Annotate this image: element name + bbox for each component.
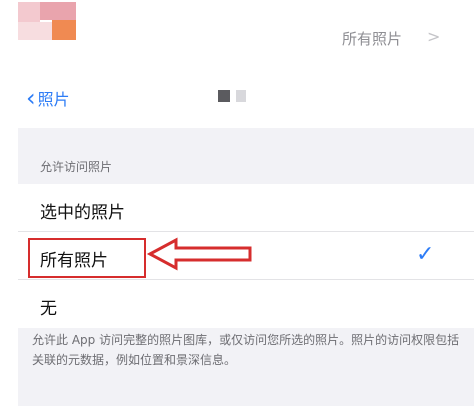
annotation-arrow-icon (146, 237, 252, 271)
annotation-highlight-box (28, 238, 146, 278)
screen: 所有照片 > ‹ 照片 允许访问照片 选中的照片 所有照片 ✓ 无 允许此 Ap… (0, 0, 474, 406)
blurred-app-icon (18, 2, 76, 40)
back-button-label: 照片 (37, 90, 70, 109)
back-button[interactable]: ‹ 照片 (26, 84, 70, 112)
photo-access-options: 选中的照片 所有照片 ✓ 无 (18, 184, 474, 328)
section-header: 允许访问照片 (40, 160, 113, 174)
chevron-left-icon: ‹ (26, 84, 36, 112)
checkmark-icon: ✓ (416, 242, 435, 267)
photos-access-value: 所有照片 (342, 30, 403, 48)
option-none[interactable]: 无 (18, 280, 474, 328)
section-footer: 允许此 App 访问完整的照片图库，或仅访问您所选的照片。照片的访问权限包括关联… (32, 333, 460, 367)
option-all-photos[interactable]: 所有照片 ✓ (18, 232, 474, 280)
photos-settings-sheet: ‹ 照片 允许访问照片 选中的照片 所有照片 ✓ 无 允许此 App 访问完整的… (18, 70, 474, 406)
previous-settings-row[interactable]: 所有照片 > (0, 0, 474, 70)
obscured-nav-title (218, 90, 246, 102)
chevron-right-icon: > (427, 27, 441, 46)
option-label: 选中的照片 (40, 203, 125, 223)
option-selected-photos[interactable]: 选中的照片 (18, 184, 474, 232)
option-label: 无 (40, 299, 57, 319)
navigation-bar: ‹ 照片 (18, 70, 474, 128)
